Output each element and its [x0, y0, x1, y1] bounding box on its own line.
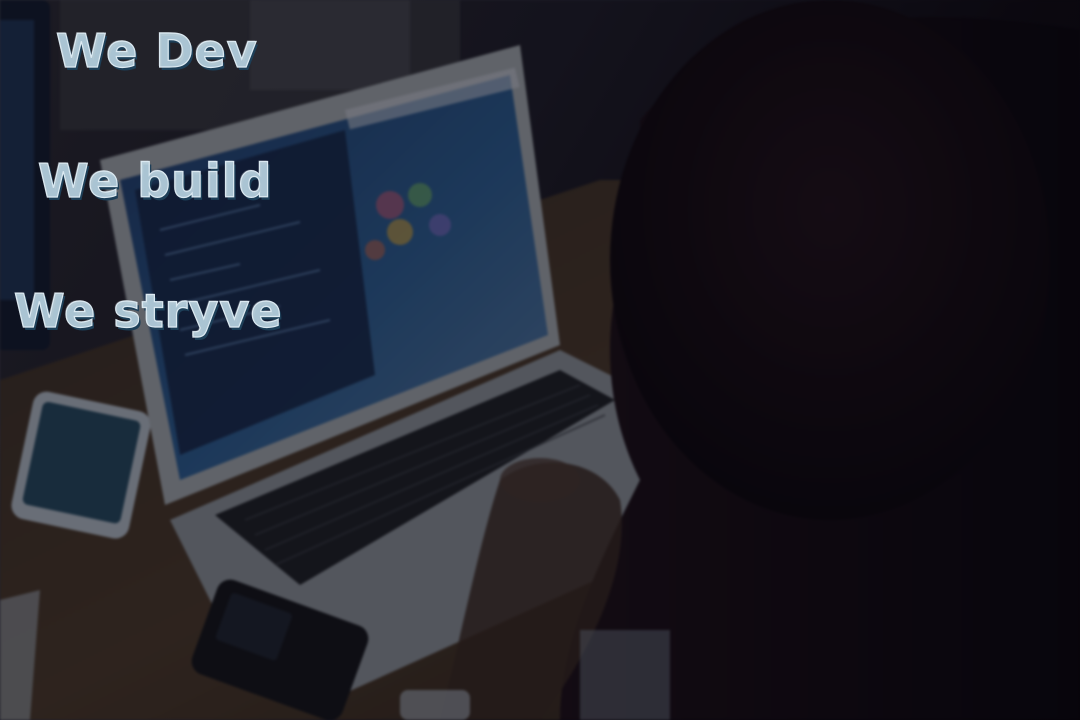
tagline-line-we-dev: We Dev [55, 24, 258, 78]
tagline-line-we-build: We build [37, 154, 273, 208]
dark-overlay [0, 0, 1080, 720]
background-photo-laptop-coder [0, 0, 1080, 720]
tagline-line-we-stryve: We stryve [13, 284, 283, 338]
hero-scene: We Dev We build We stryve [0, 0, 1080, 720]
